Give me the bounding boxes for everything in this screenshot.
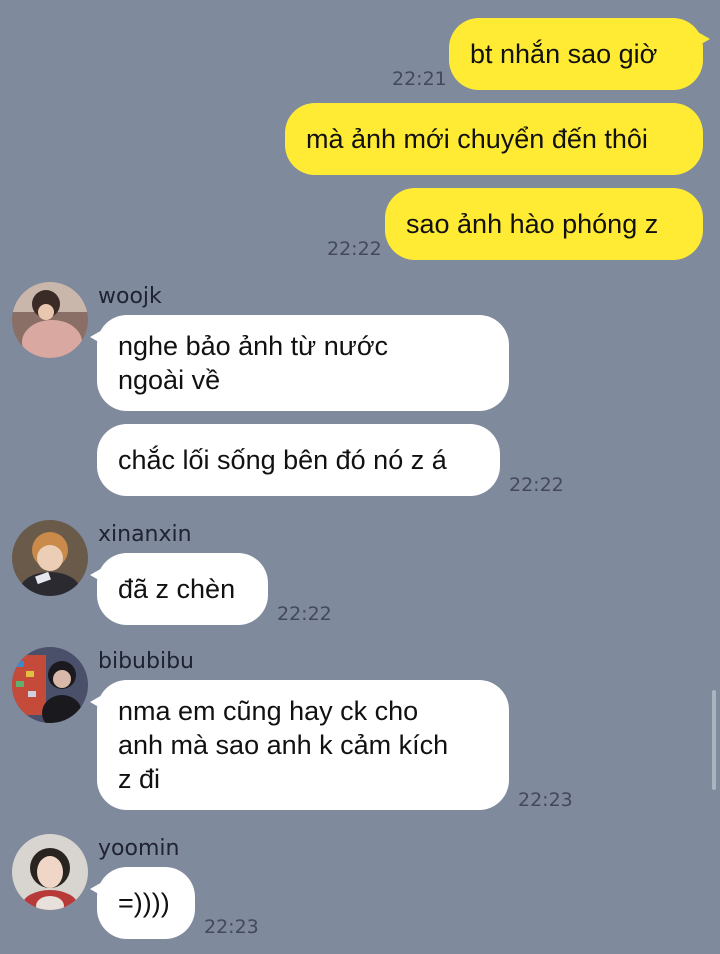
sender-name: woojk [98,284,162,309]
message-timestamp: 22:22 [277,603,332,625]
sender-name: yoomin [98,836,180,861]
received-message-text: đã z chèn [118,574,236,604]
received-message-text: chắc lối sống bên đó nó z á [118,445,447,475]
scrollbar[interactable] [712,690,716,790]
message-timestamp: 22:22 [509,474,564,496]
received-message-bubble[interactable]: =)))) [90,867,195,939]
sent-message-bubble[interactable]: bt nhắn sao giờ [449,18,710,90]
sent-message-text: sao ảnh hào phóng z [406,209,659,239]
message-timestamp: 22:23 [204,916,259,938]
received-message-line: ngoài về [118,365,221,395]
received-message-line: nma em cũng hay ck cho [118,696,419,726]
avatar-bibubibu[interactable] [12,647,88,723]
avatar-yoomin[interactable] [12,834,88,910]
sent-message-text: bt nhắn sao giờ [470,39,658,69]
message-timestamp: 22:22 [327,238,382,260]
message-timestamp: 22:21 [392,68,447,90]
sent-message-bubble[interactable]: sao ảnh hào phóng z [385,188,703,260]
received-message-line: anh mà sao anh k cảm kích [118,730,449,760]
received-message-line: z đi [118,764,161,794]
sent-message-text: mà ảnh mới chuyển đến thôi [306,124,648,154]
received-message-bubble[interactable]: đã z chèn [90,553,268,625]
received-message-bubble[interactable]: nghe bảo ảnh từ nước ngoài về [90,315,509,411]
avatar-xinanxin[interactable] [12,520,88,596]
sender-name: xinanxin [98,522,192,547]
avatar-woojk[interactable] [12,282,88,358]
sent-message-bubble[interactable]: mà ảnh mới chuyển đến thôi [285,103,703,175]
received-message-line: nghe bảo ảnh từ nước [118,331,389,361]
received-message-bubble[interactable]: nma em cũng hay ck cho anh mà sao anh k … [90,680,509,810]
message-timestamp: 22:23 [518,789,573,811]
received-message-bubble[interactable]: chắc lối sống bên đó nó z á [97,424,500,496]
sender-name: bibubibu [98,649,194,674]
received-message-text: =)))) [118,888,170,918]
